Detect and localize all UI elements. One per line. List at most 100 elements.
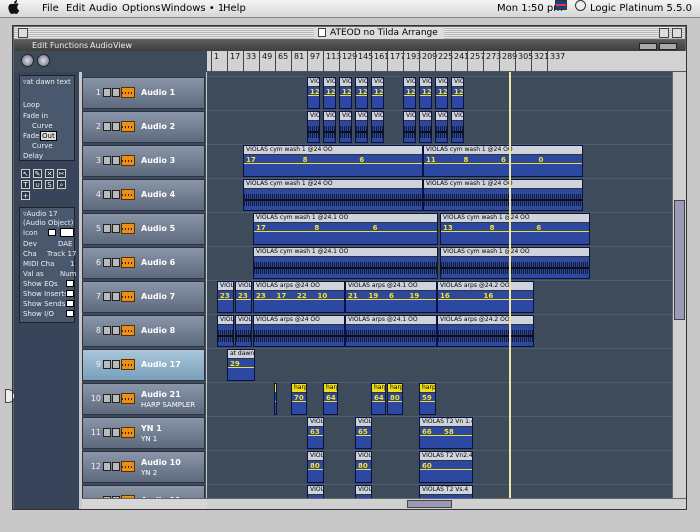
- zoom-controls[interactable]: [637, 42, 681, 50]
- pencil-tool-icon[interactable]: ✎: [33, 169, 42, 178]
- audio-region[interactable]: VIOLA: [355, 485, 372, 498]
- track-header[interactable]: 10 Audio 21 HARP SAMPLER: [82, 383, 205, 415]
- audio-region[interactable]: VIOLAS cym wash 1 @24 OO 13 8 6: [440, 213, 590, 245]
- window-title-bar[interactable]: ATEOD no Tilda Arrange: [13, 26, 686, 40]
- record-button[interactable]: [112, 462, 120, 471]
- menu-help[interactable]: Help: [223, 0, 246, 18]
- audio-region[interactable]: VIOLAS cym wash 1 @24.1 OO 17 8 6: [253, 213, 438, 245]
- audio-region[interactable]: VIOLA127: [451, 77, 464, 109]
- audio-region[interactable]: VIOLAS cym wash 1 @24 OO: [243, 179, 423, 211]
- logic-app-icon[interactable]: [575, 0, 586, 11]
- audio-region[interactable]: VIOLA127: [323, 77, 336, 109]
- track-header[interactable]: 8 Audio 8: [82, 315, 205, 347]
- mute-button[interactable]: [103, 122, 111, 131]
- mute-button[interactable]: [103, 292, 111, 301]
- cha-value[interactable]: Track 17: [47, 250, 76, 258]
- mute-button[interactable]: [103, 190, 111, 199]
- collapse-box-icon[interactable]: [672, 28, 682, 38]
- audio-region[interactable]: VIOLA80: [355, 451, 372, 483]
- audio-region[interactable]: VIOLAS cym wash 1 @24 OO 11 8 6 0: [423, 145, 583, 177]
- mute-button[interactable]: [103, 326, 111, 335]
- param-dev[interactable]: Dev: [23, 240, 37, 248]
- mute-button[interactable]: [103, 394, 111, 403]
- record-button[interactable]: [112, 122, 120, 131]
- audio-region[interactable]: VIOLAS arps @24.2 OO 16 16: [437, 281, 534, 313]
- mute-button[interactable]: [103, 224, 111, 233]
- audio-region[interactable]: VIOLA127: [371, 77, 384, 109]
- param-curve-out[interactable]: Curve: [32, 142, 53, 150]
- zoom-box-icon[interactable]: [659, 28, 669, 38]
- horizontal-scroll-thumb[interactable]: [407, 500, 452, 508]
- menu-file[interactable]: File: [42, 0, 59, 18]
- waveform-icon[interactable]: [60, 228, 74, 237]
- local-menu-audio[interactable]: Audio: [90, 40, 113, 51]
- bar-ruler[interactable]: 1 17 33 49 65 81 97 113 129 145 161 177 193 209 225 241…: [207, 51, 686, 72]
- val-as-value[interactable]: Num: [60, 270, 77, 278]
- show-eqs-checkbox[interactable]: [66, 280, 74, 287]
- audio-region[interactable]: harps59: [419, 383, 436, 415]
- audio-region[interactable]: VIOLA23: [235, 281, 252, 313]
- text-tool-icon[interactable]: T: [21, 180, 30, 189]
- menu-edit[interactable]: Edit: [66, 0, 85, 18]
- track-header[interactable]: 9 Audio 17: [82, 349, 205, 381]
- audio-region[interactable]: harps80: [387, 383, 403, 415]
- audio-region[interactable]: VIOLA: [323, 111, 336, 143]
- mute-button[interactable]: [103, 88, 111, 97]
- audio-region[interactable]: VIOLA: [419, 111, 432, 143]
- catch-button-icon[interactable]: [37, 54, 50, 67]
- show-sends-checkbox[interactable]: [66, 300, 74, 307]
- param-fade-in[interactable]: Fade in: [23, 112, 48, 120]
- track-header[interactable]: 6 Audio 6: [82, 247, 205, 279]
- audio-region[interactable]: VIOLAS arps @24.2 OO: [437, 315, 534, 347]
- vertical-zoom-icon[interactable]: [659, 43, 677, 50]
- vertical-scrollbar[interactable]: [672, 72, 686, 498]
- audio-region[interactable]: VIOLA: [339, 111, 352, 143]
- track-header[interactable]: 7 Audio 7: [82, 281, 205, 313]
- track-header[interactable]: 11 YN 1 YN 1: [82, 417, 205, 449]
- arrange-area[interactable]: VIOLA127VIOLA127VIOLA127VIOLA127VIOLA127…: [207, 72, 672, 498]
- mute-button[interactable]: [103, 462, 111, 471]
- menu-audio[interactable]: Audio: [89, 0, 117, 18]
- record-button[interactable]: [112, 88, 120, 97]
- param-cha[interactable]: Cha: [23, 250, 37, 258]
- audio-region[interactable]: VIOLAS arps @24 OO: [253, 315, 345, 347]
- mute-button[interactable]: [103, 428, 111, 437]
- mute-button[interactable]: [103, 360, 111, 369]
- audio-region[interactable]: VIOLA: [307, 111, 320, 143]
- param-show-sends[interactable]: Show Sends: [23, 300, 65, 308]
- track-header[interactable]: 3 Audio 3: [82, 145, 205, 177]
- icon-checkbox[interactable]: [48, 229, 56, 236]
- menu-windows[interactable]: Windows • 1: [161, 0, 224, 18]
- audio-region[interactable]: harps64: [323, 383, 338, 415]
- audio-region[interactable]: VIOLAS cym wash 1 @24 OO 17 8 6: [243, 145, 423, 177]
- glue-tool-icon[interactable]: ∪: [33, 180, 42, 189]
- menu-clock[interactable]: Mon 1:50 pm: [497, 0, 563, 18]
- audio-region[interactable]: VIOLA65: [355, 417, 372, 449]
- track-header[interactable]: 2 Audio 2: [82, 111, 205, 143]
- mute-button[interactable]: [103, 258, 111, 267]
- audio-region[interactable]: VIOLA23: [217, 281, 234, 313]
- audio-region[interactable]: VIOLA127: [435, 77, 448, 109]
- record-button[interactable]: [112, 428, 120, 437]
- record-button[interactable]: [112, 156, 120, 165]
- track-header[interactable]: 12 Audio 10 YN 2: [82, 451, 205, 483]
- record-button[interactable]: [112, 292, 120, 301]
- horizontal-zoom-icon[interactable]: [639, 43, 657, 50]
- song-position-line[interactable]: [509, 72, 511, 498]
- midi-cha-value[interactable]: 1: [70, 260, 74, 268]
- audio-region[interactable]: VIOLAS arps @24 OO 23 17 22 10: [253, 281, 345, 313]
- audio-region[interactable]: VIOLAS cym wash 1 @24.1 OO: [253, 247, 438, 279]
- audio-region[interactable]: VIOLAS T2 Vn2.4 60: [419, 451, 473, 483]
- record-button[interactable]: [112, 326, 120, 335]
- vertical-scroll-thumb[interactable]: [674, 200, 685, 320]
- link-button-icon[interactable]: [21, 54, 34, 67]
- audio-region[interactable]: VIOLAS T2 Vn 1.4 66 58: [419, 417, 473, 449]
- param-fade[interactable]: Fade: [23, 132, 39, 140]
- param-show-inserts[interactable]: Show Inserts: [23, 290, 68, 298]
- audio-region[interactable]: VIOLAS arps @24.1 OO 21 19 6 19: [345, 281, 437, 313]
- record-button[interactable]: [112, 360, 120, 369]
- local-menu-functions[interactable]: Functions: [50, 40, 88, 51]
- audio-region[interactable]: VIOLA80: [307, 451, 324, 483]
- track-header[interactable]: Audio 11: [82, 485, 205, 498]
- object-name[interactable]: ▿Audio 17: [23, 210, 58, 218]
